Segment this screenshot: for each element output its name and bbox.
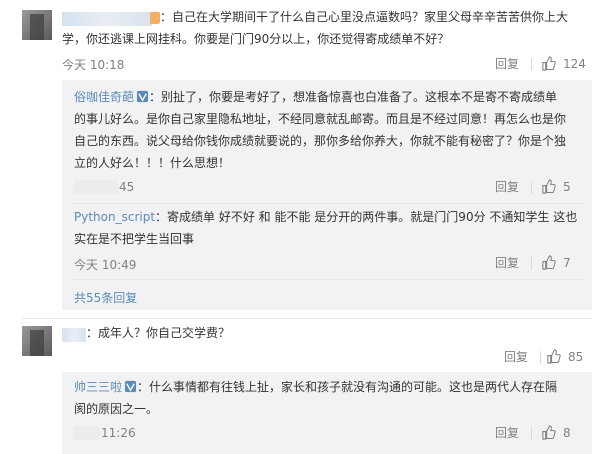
thumbs-up-icon[interactable] xyxy=(541,56,556,71)
thumbs-up-icon[interactable] xyxy=(546,349,561,364)
reply-item: 俗咖佳奇葩 ：别扯了，你要是考好了，想准备惊喜也白准备了。这根本不是寄不寄成绩单 xyxy=(74,86,584,108)
reply-text-cont: 阂的原因之一。 xyxy=(74,402,159,416)
comment-text-cont: 学，你还逃课上网挂科。你要是门门90分以上，你还觉得寄成绩单不好？ xyxy=(62,32,450,46)
avatar[interactable] xyxy=(22,326,52,356)
reply-item: Python_script：寄成绩单 好不好 和 能不能 是分开的两件事。就是门… xyxy=(74,206,577,228)
comment-text: ：成年人？你自己交学费？ xyxy=(86,326,231,340)
reply-text-cont: 自己的东西。说父母给你钱你成绩就要说的，那你多给你养大，你就不能有秘密了？你是个… xyxy=(74,134,567,148)
reply-button[interactable]: 回复 xyxy=(495,57,519,71)
comment-time: 今天 10:18 xyxy=(62,58,125,72)
like-count: 124 xyxy=(563,57,586,71)
avatar[interactable] xyxy=(22,10,52,40)
reply-username[interactable]: 俗咖佳奇葩 xyxy=(74,90,134,104)
vip-badge-icon xyxy=(150,12,160,24)
username-redacted[interactable] xyxy=(62,328,86,342)
comment-text: ：自己在大学期间干了什么自己心里没点逼数吗？家里父母辛辛苦苦供你上大 xyxy=(160,10,569,24)
like-count: 7 xyxy=(563,256,571,270)
like-count: 85 xyxy=(568,350,584,364)
reply-time: 今天 10:49 xyxy=(74,258,137,272)
reply-item: 帅三三啦 ：什么事情都有往钱上扯，家长和孩子就没有沟通的可能。这也是两代人存在隔 xyxy=(74,376,557,398)
reply-button[interactable]: 回复 xyxy=(504,350,528,364)
like-count: 8 xyxy=(563,426,571,440)
reply-text: ：寄成绩单 好不好 和 能不能 是分开的两件事。就是门门90分 不通知学生 这也 xyxy=(155,210,578,224)
reply-text-cont: 实在是不把学生当回事 xyxy=(74,232,195,246)
reply-text: ：别扯了，你要是考好了，想准备惊喜也白准备了。这根本不是寄不寄成绩单 xyxy=(149,90,558,104)
reply-text-cont: 的事儿好么。是你自己家里隐私地址，不经同意就乱邮寄。而且是不经过同意！再怎么也是… xyxy=(74,112,567,126)
reply-username[interactable]: 帅三三啦 xyxy=(74,380,122,394)
reply-button[interactable]: 回复 xyxy=(495,256,519,270)
reply-time: 11:26 xyxy=(101,426,136,440)
reply-button[interactable]: 回复 xyxy=(495,180,519,194)
reply-button[interactable]: 回复 xyxy=(495,426,519,440)
vip-badge-icon xyxy=(124,380,137,393)
thumbs-up-icon[interactable] xyxy=(541,425,556,440)
vip-badge-icon xyxy=(136,90,149,103)
reply-text: ：什么事情都有往钱上扯，家长和孩子就没有沟通的可能。这也是两代人存在隔 xyxy=(137,380,558,394)
reply-username[interactable]: Python_script xyxy=(74,210,155,224)
reply-text-cont: 立的人好么！！！什么思想！ xyxy=(74,156,231,170)
username-redacted[interactable] xyxy=(62,12,152,26)
like-count: 5 xyxy=(563,180,571,194)
thumbs-up-icon[interactable] xyxy=(541,179,556,194)
more-replies-link[interactable]: 共55条回复 xyxy=(74,289,137,306)
reply-time: 45 xyxy=(119,180,135,194)
thumbs-up-icon[interactable] xyxy=(541,255,556,270)
